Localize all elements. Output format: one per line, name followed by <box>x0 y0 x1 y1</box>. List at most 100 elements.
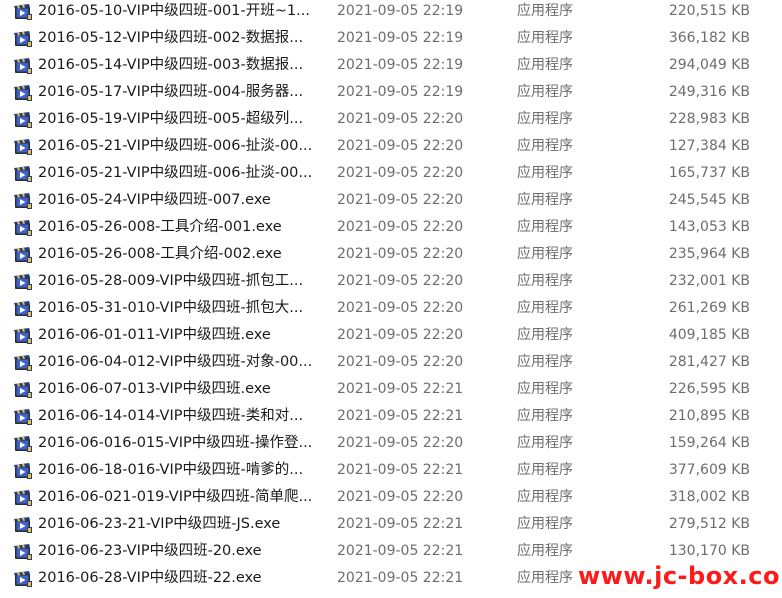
file-type: 应用程序 <box>517 489 573 505</box>
file-modified-date: 2021-09-05 22:20 <box>337 138 464 154</box>
file-name: 2016-05-10-VIP中级四班-001-开班~1... <box>38 3 310 19</box>
file-size: 377,609 KB <box>668 462 750 478</box>
file-row-8[interactable]: 2016-05-24-VIP中级四班-007.exe 2021-09-05 22… <box>0 187 782 214</box>
video-exe-icon <box>14 247 32 263</box>
file-modified-date: 2021-09-05 22:19 <box>337 57 464 73</box>
video-exe-icon <box>14 436 32 452</box>
file-modified-date: 2021-09-05 22:19 <box>337 84 464 100</box>
file-size: 294,049 KB <box>668 57 750 73</box>
file-row-19[interactable]: 2016-06-021-019-VIP中级四班-简单爬... 2021-09-0… <box>0 484 782 511</box>
video-exe-icon <box>14 58 32 74</box>
file-row-21[interactable]: 2016-06-23-VIP中级四班-20.exe 2021-09-05 22:… <box>0 538 782 565</box>
video-exe-icon <box>14 166 32 182</box>
file-name: 2016-05-31-010-VIP中级四班-抓包大... <box>38 300 304 316</box>
file-row-16[interactable]: 2016-06-14-014-VIP中级四班-类和对... 2021-09-05… <box>0 403 782 430</box>
file-type: 应用程序 <box>517 462 573 478</box>
file-size: 210,895 KB <box>668 408 750 424</box>
file-list: 2016-05-10-VIP中级四班-001-开班~1... 2021-09-0… <box>0 0 782 592</box>
file-row-9[interactable]: 2016-05-26-008-工具介绍-001.exe 2021-09-05 2… <box>0 214 782 241</box>
file-modified-date: 2021-09-05 22:20 <box>337 246 464 262</box>
file-type: 应用程序 <box>517 219 573 235</box>
file-type: 应用程序 <box>517 84 573 100</box>
file-name: 2016-05-21-VIP中级四班-006-扯淡-00... <box>38 138 313 154</box>
file-type: 应用程序 <box>517 165 573 181</box>
file-name: 2016-05-14-VIP中级四班-003-数据报... <box>38 57 304 73</box>
file-name: 2016-05-28-009-VIP中级四班-抓包工... <box>38 273 304 289</box>
file-name: 2016-05-19-VIP中级四班-005-超级列... <box>38 111 304 127</box>
file-modified-date: 2021-09-05 22:20 <box>337 300 464 316</box>
video-exe-icon <box>14 544 32 560</box>
video-exe-icon <box>14 139 32 155</box>
file-size: 318,002 KB <box>668 489 750 505</box>
file-modified-date: 2021-09-05 22:21 <box>337 462 464 478</box>
file-row-17[interactable]: 2016-06-016-015-VIP中级四班-操作登... 2021-09-0… <box>0 430 782 457</box>
file-modified-date: 2021-09-05 22:20 <box>337 273 464 289</box>
file-modified-date: 2021-09-05 22:20 <box>337 489 464 505</box>
file-modified-date: 2021-09-05 22:20 <box>337 327 464 343</box>
file-size: 249,316 KB <box>668 84 750 100</box>
file-type: 应用程序 <box>517 192 573 208</box>
file-type: 应用程序 <box>517 138 573 154</box>
file-row-4[interactable]: 2016-05-17-VIP中级四班-004-服务器... 2021-09-05… <box>0 79 782 106</box>
file-row-5[interactable]: 2016-05-19-VIP中级四班-005-超级列... 2021-09-05… <box>0 106 782 133</box>
file-row-13[interactable]: 2016-06-01-011-VIP中级四班.exe 2021-09-05 22… <box>0 322 782 349</box>
file-modified-date: 2021-09-05 22:19 <box>337 3 464 19</box>
file-name: 2016-06-18-016-VIP中级四班-啃爹的... <box>38 462 304 478</box>
file-type: 应用程序 <box>517 57 573 73</box>
file-type: 应用程序 <box>517 408 573 424</box>
watermark: www.jc-box.com <box>578 562 782 590</box>
video-exe-icon <box>14 517 32 533</box>
file-row-14[interactable]: 2016-06-04-012-VIP中级四班-对象-00... 2021-09-… <box>0 349 782 376</box>
file-row-3[interactable]: 2016-05-14-VIP中级四班-003-数据报... 2021-09-05… <box>0 52 782 79</box>
file-modified-date: 2021-09-05 22:20 <box>337 219 464 235</box>
file-size: 235,964 KB <box>668 246 750 262</box>
file-row-11[interactable]: 2016-05-28-009-VIP中级四班-抓包工... 2021-09-05… <box>0 268 782 295</box>
file-type: 应用程序 <box>517 543 573 559</box>
file-size: 366,182 KB <box>668 30 750 46</box>
file-name: 2016-05-26-008-工具介绍-001.exe <box>38 219 282 235</box>
file-modified-date: 2021-09-05 22:20 <box>337 111 464 127</box>
file-modified-date: 2021-09-05 22:20 <box>337 165 464 181</box>
file-name: 2016-06-23-21-VIP中级四班-JS.exe <box>38 516 281 532</box>
file-type: 应用程序 <box>517 381 573 397</box>
file-row-2[interactable]: 2016-05-12-VIP中级四班-002-数据报... 2021-09-05… <box>0 25 782 52</box>
file-modified-date: 2021-09-05 22:21 <box>337 408 464 424</box>
file-row-20[interactable]: 2016-06-23-21-VIP中级四班-JS.exe 2021-09-05 … <box>0 511 782 538</box>
file-name: 2016-06-07-013-VIP中级四班.exe <box>38 381 271 397</box>
file-row-18[interactable]: 2016-06-18-016-VIP中级四班-啃爹的... 2021-09-05… <box>0 457 782 484</box>
file-row-6[interactable]: 2016-05-21-VIP中级四班-006-扯淡-00... 2021-09-… <box>0 133 782 160</box>
file-size: 226,595 KB <box>668 381 750 397</box>
file-name: 2016-06-016-015-VIP中级四班-操作登... <box>38 435 313 451</box>
file-type: 应用程序 <box>517 516 573 532</box>
video-exe-icon <box>14 301 32 317</box>
file-name: 2016-05-12-VIP中级四班-002-数据报... <box>38 30 304 46</box>
video-exe-icon <box>14 328 32 344</box>
file-name: 2016-05-26-008-工具介绍-002.exe <box>38 246 282 262</box>
file-size: 228,983 KB <box>668 111 750 127</box>
file-row-7[interactable]: 2016-05-21-VIP中级四班-006-扯淡-00... 2021-09-… <box>0 160 782 187</box>
file-size: 130,170 KB <box>668 543 750 559</box>
file-row-10[interactable]: 2016-05-26-008-工具介绍-002.exe 2021-09-05 2… <box>0 241 782 268</box>
file-size: 232,001 KB <box>668 273 750 289</box>
file-row-12[interactable]: 2016-05-31-010-VIP中级四班-抓包大... 2021-09-05… <box>0 295 782 322</box>
file-type: 应用程序 <box>517 246 573 262</box>
file-size: 143,053 KB <box>668 219 750 235</box>
video-exe-icon <box>14 220 32 236</box>
file-type: 应用程序 <box>517 570 573 586</box>
file-name: 2016-06-14-014-VIP中级四班-类和对... <box>38 408 304 424</box>
file-type: 应用程序 <box>517 30 573 46</box>
file-type: 应用程序 <box>517 300 573 316</box>
file-size: 281,427 KB <box>668 354 750 370</box>
file-name: 2016-06-04-012-VIP中级四班-对象-00... <box>38 354 313 370</box>
file-modified-date: 2021-09-05 22:19 <box>337 30 464 46</box>
video-exe-icon <box>14 490 32 506</box>
file-name: 2016-06-021-019-VIP中级四班-简单爬... <box>38 489 313 505</box>
video-exe-icon <box>14 355 32 371</box>
file-modified-date: 2021-09-05 22:21 <box>337 516 464 532</box>
file-row-15[interactable]: 2016-06-07-013-VIP中级四班.exe 2021-09-05 22… <box>0 376 782 403</box>
file-row-1[interactable]: 2016-05-10-VIP中级四班-001-开班~1... 2021-09-0… <box>0 0 782 25</box>
file-type: 应用程序 <box>517 435 573 451</box>
file-size: 127,384 KB <box>668 138 750 154</box>
file-modified-date: 2021-09-05 22:20 <box>337 354 464 370</box>
video-exe-icon <box>14 571 32 587</box>
